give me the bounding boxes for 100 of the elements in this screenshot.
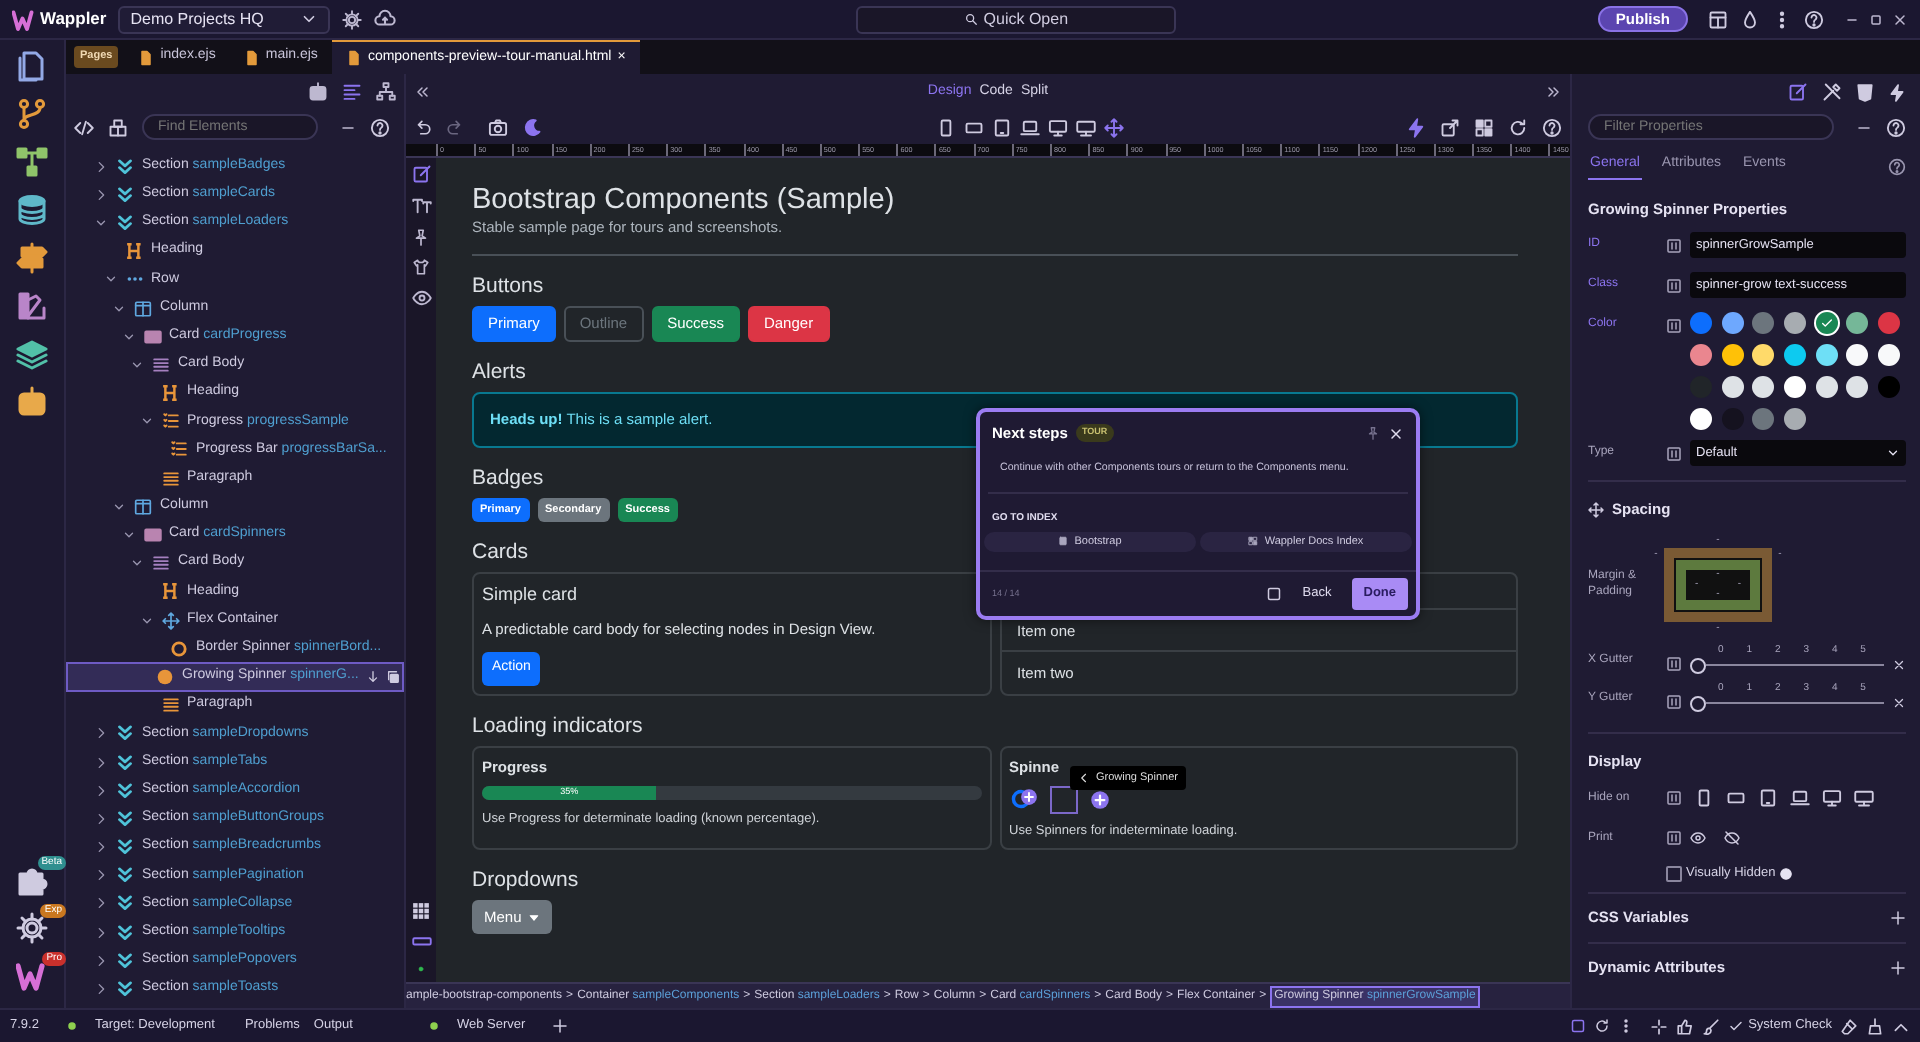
phone-landscape-icon[interactable] (964, 117, 984, 137)
bind-icon[interactable] (1666, 830, 1682, 847)
quick-open-field[interactable]: Quick Open (855, 5, 1176, 33)
refresh-icon[interactable] (1594, 1018, 1611, 1034)
eye-icon[interactable] (411, 288, 431, 308)
color-swatch[interactable] (1878, 376, 1901, 399)
color-swatch[interactable] (1846, 376, 1869, 399)
plus-icon[interactable] (551, 1018, 568, 1034)
tools-icon[interactable] (1822, 82, 1842, 102)
monitor-icon[interactable] (1076, 117, 1096, 137)
document-icon[interactable] (16, 50, 48, 82)
phone-landscape-icon[interactable] (1726, 788, 1746, 809)
branch-icon[interactable] (16, 98, 48, 130)
chevron-right-icon[interactable] (94, 159, 108, 174)
chevron-right-icon[interactable] (94, 726, 108, 741)
chevron-right-icon[interactable] (94, 811, 108, 826)
edit-icon[interactable] (1788, 82, 1808, 102)
help-icon[interactable] (1886, 117, 1906, 137)
plus-icon[interactable] (1890, 959, 1906, 975)
chevron-down-icon[interactable] (130, 556, 144, 571)
chevron-right-icon[interactable] (94, 868, 108, 883)
close-icon[interactable] (1388, 425, 1404, 442)
bolt-icon[interactable] (1888, 83, 1906, 101)
grid-icon[interactable] (1474, 117, 1494, 137)
chevron-right-icon[interactable] (94, 982, 108, 997)
bind-icon[interactable] (1666, 445, 1682, 462)
chevron-down-icon[interactable] (139, 613, 153, 628)
color-swatch[interactable] (1690, 408, 1712, 431)
chevron-down-icon[interactable] (112, 499, 126, 514)
bind-icon[interactable] (1666, 317, 1682, 334)
color-swatch[interactable] (1784, 376, 1807, 399)
text-size-icon[interactable] (411, 196, 431, 216)
bind-icon[interactable] (1666, 693, 1682, 709)
slider-thumb[interactable] (1690, 657, 1706, 673)
flow-icon[interactable] (16, 146, 48, 178)
color-swatch[interactable] (1878, 344, 1901, 367)
double-right-icon[interactable] (1546, 84, 1562, 100)
slider-track[interactable] (1690, 695, 1884, 711)
edit-icon[interactable] (411, 164, 431, 184)
list-icon[interactable] (342, 82, 362, 102)
gear-icon[interactable] (341, 9, 362, 29)
move-icon[interactable] (1104, 117, 1124, 137)
laptop-icon[interactable] (1790, 788, 1810, 809)
color-swatch[interactable] (1752, 312, 1775, 335)
color-swatch[interactable] (1721, 312, 1744, 335)
cloud-icon[interactable] (373, 8, 396, 30)
color-swatch[interactable] (1815, 344, 1838, 367)
bind-icon[interactable] (1666, 655, 1682, 671)
layers-icon[interactable] (16, 338, 48, 370)
color-swatch[interactable] (1784, 408, 1807, 431)
slider-track[interactable] (1690, 657, 1884, 673)
close-icon[interactable] (1892, 695, 1906, 709)
bind-icon[interactable] (1666, 237, 1682, 254)
project-select[interactable]: Demo Projects HQ (118, 5, 330, 33)
monitor-icon[interactable] (1854, 788, 1874, 809)
share-icon[interactable] (1440, 117, 1460, 137)
bind-icon[interactable] (1666, 277, 1682, 294)
logo-icon[interactable] (16, 960, 48, 992)
color-swatch[interactable] (1815, 312, 1838, 335)
redo-icon[interactable] (446, 118, 464, 136)
checkbox[interactable] (1666, 865, 1682, 882)
chevron-down-icon[interactable] (139, 414, 153, 429)
color-swatch[interactable] (1878, 312, 1901, 335)
signpost-icon[interactable] (16, 242, 48, 274)
bolt-icon[interactable] (1406, 117, 1426, 137)
color-swatch[interactable] (1752, 344, 1775, 367)
square-icon[interactable] (1570, 1018, 1587, 1034)
code-icon[interactable] (74, 117, 94, 137)
chevron-right-icon[interactable] (94, 783, 108, 798)
thumbs-up-icon[interactable] (1676, 1017, 1695, 1035)
info-icon[interactable] (1779, 867, 1792, 880)
chevron-right-icon[interactable] (94, 755, 108, 770)
chevron-down-icon[interactable] (94, 215, 108, 230)
maximize-icon[interactable] (1868, 11, 1884, 27)
desktop-icon[interactable] (1822, 788, 1842, 809)
laptop-icon[interactable] (1020, 117, 1040, 137)
bind-icon[interactable] (1666, 790, 1682, 807)
camera-icon[interactable] (488, 117, 508, 137)
color-swatch[interactable] (1752, 376, 1775, 399)
sparkle-icon[interactable] (1650, 1017, 1669, 1035)
color-swatch[interactable] (1815, 376, 1838, 399)
chevron-down-icon[interactable] (112, 301, 126, 316)
broom-icon[interactable] (1866, 1017, 1884, 1035)
color-swatch[interactable] (1721, 376, 1744, 399)
help-icon[interactable] (1804, 9, 1824, 29)
apps-icon[interactable] (412, 902, 430, 920)
database-icon[interactable] (16, 194, 48, 226)
moon-icon[interactable] (522, 117, 542, 137)
chevron-right-icon[interactable] (94, 896, 108, 911)
color-swatch[interactable] (1752, 408, 1775, 431)
chevron-down-icon[interactable] (130, 357, 144, 372)
shirt-icon[interactable] (412, 258, 430, 276)
slider-thumb[interactable] (1690, 695, 1706, 711)
puzzle-icon[interactable] (16, 864, 48, 896)
color-swatch[interactable] (1721, 344, 1744, 367)
help-icon[interactable] (1888, 158, 1906, 176)
square-icon[interactable] (1266, 586, 1283, 603)
chevron-right-icon[interactable] (94, 953, 108, 968)
component-icon[interactable] (108, 117, 128, 137)
help-icon[interactable] (370, 117, 390, 137)
